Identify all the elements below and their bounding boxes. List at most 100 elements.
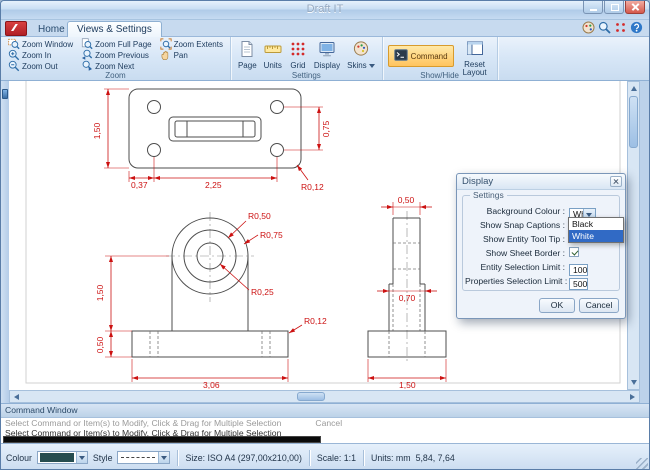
grid-toggle-icon[interactable]: [614, 21, 627, 34]
dimension-label: R0,25: [251, 287, 274, 297]
colour-swatch: [40, 453, 74, 462]
show-snap-captions-label: Show Snap Captions :: [465, 220, 565, 230]
cancel-button[interactable]: Cancel: [579, 298, 619, 313]
command-toggle-button[interactable]: Command: [388, 45, 454, 67]
background-colour-label: Background Colour :: [465, 206, 565, 216]
units-button[interactable]: Units: [262, 39, 284, 71]
dimension-label: 0,37: [131, 180, 148, 190]
ribbon-group-showhide: Command Reset Layout Show/Hide: [383, 37, 498, 80]
colour-combo[interactable]: [37, 451, 88, 464]
help-icon[interactable]: [630, 21, 643, 34]
collapsed-panel-icon[interactable]: [2, 89, 8, 99]
properties-selection-limit-field[interactable]: 500: [569, 278, 588, 290]
dialog-settings-group: Settings Background Colour : White Show …: [462, 195, 620, 291]
front-view-dimensions: 1,50 0,50 3,06 R0,50 R0,75 R0,25 R0,12: [95, 211, 327, 390]
window-title: Draft IT: [1, 3, 649, 15]
separator: [363, 450, 364, 466]
minimize-button[interactable]: [583, 1, 603, 14]
dimension-label: 0,50: [398, 195, 415, 205]
dialog-close-button[interactable]: [610, 176, 622, 187]
dimension-label: 0,75: [321, 120, 331, 137]
display-dialog: Display Settings Background Colour : Whi…: [456, 173, 626, 319]
vertical-scrollbar[interactable]: [627, 81, 640, 390]
page-icon: [238, 40, 256, 60]
properties-selection-limit-label: Properties Selection Limit :: [465, 276, 565, 286]
line-style-preview: [121, 457, 155, 458]
command-window-header[interactable]: Command Window: [1, 404, 649, 418]
display-button[interactable]: Display: [312, 39, 342, 71]
app-menu-button[interactable]: [5, 21, 27, 36]
maximize-button[interactable]: [604, 1, 624, 14]
display-monitor-icon: [318, 40, 336, 60]
show-sheet-border-label: Show Sheet Border :: [465, 248, 565, 258]
show-sheet-border-checkbox[interactable]: [569, 247, 579, 257]
pan-hand-icon: [160, 49, 172, 63]
app-logo-icon: [6, 22, 24, 33]
scroll-left-icon[interactable]: [14, 394, 19, 400]
group-label-zoom: Zoom: [1, 71, 230, 80]
skins-button[interactable]: Skins: [345, 39, 377, 71]
command-window-title: Command Window: [5, 405, 78, 415]
scale-text: Scale: 1:1: [317, 453, 356, 463]
dimension-label: R0,50: [248, 211, 271, 221]
dialog-title-bar[interactable]: Display: [457, 174, 625, 190]
ribbon-group-zoom: Zoom Window Zoom In Zoom Out Zoom Full P…: [1, 37, 231, 80]
colour-label: Colour: [6, 453, 32, 463]
group-label-settings: Settings: [231, 71, 382, 80]
page-button[interactable]: Page: [236, 39, 259, 71]
palette-icon[interactable]: [582, 21, 595, 34]
reset-layout-icon: [466, 40, 484, 60]
dimension-label: 1,50: [92, 122, 102, 139]
tab-views-settings[interactable]: Views & Settings: [67, 21, 162, 37]
separator: [177, 450, 178, 466]
title-bar[interactable]: Draft IT: [1, 1, 649, 20]
dimension-label: 1,50: [399, 380, 416, 390]
left-panel-strip[interactable]: [1, 81, 9, 403]
command-input[interactable]: [3, 436, 321, 443]
dimension-label: 3,06: [203, 380, 220, 390]
chevron-down-icon[interactable]: [76, 452, 87, 463]
dialog-group-label: Settings: [470, 190, 507, 200]
option-white[interactable]: White: [569, 230, 623, 242]
command-window-icon: [394, 49, 408, 63]
show-entity-tooltip-label: Show Entity Tool Tip :: [465, 234, 565, 244]
dimension-label: R0,12: [304, 316, 327, 326]
ribbon-tab-row: Home Views & Settings: [1, 19, 649, 36]
top-view: [129, 89, 301, 168]
vertical-scroll-thumb[interactable]: [629, 96, 638, 148]
horizontal-scrollbar[interactable]: [9, 390, 640, 403]
pan-button[interactable]: Pan: [158, 50, 225, 61]
command-history-action: Cancel: [315, 418, 342, 428]
resize-grip[interactable]: [636, 458, 648, 470]
scroll-up-icon[interactable]: [631, 86, 637, 91]
entity-selection-limit-label: Entity Selection Limit :: [465, 262, 565, 272]
scroll-down-icon[interactable]: [631, 380, 637, 385]
cursor-coordinates: 5,84, 7,64: [416, 453, 455, 463]
chevron-down-icon[interactable]: [158, 452, 169, 463]
background-colour-option-list: Black White: [568, 217, 624, 243]
dimension-label: 2,25: [205, 180, 222, 190]
option-black[interactable]: Black: [569, 218, 623, 230]
ribbon: Zoom Window Zoom In Zoom Out Zoom Full P…: [1, 36, 649, 81]
dimension-label: 0,50: [95, 336, 105, 353]
reset-layout-button[interactable]: Reset Layout: [458, 39, 492, 69]
dimension-label: R0,75: [260, 230, 283, 240]
status-bar: Colour Style Size: ISO A4 (297,00x210,00…: [1, 443, 649, 470]
app-window: Draft IT Home Views & Settings: [0, 0, 650, 470]
scroll-right-icon[interactable]: [630, 394, 635, 400]
group-label-showhide: Show/Hide: [383, 71, 497, 80]
horizontal-scroll-thumb[interactable]: [297, 392, 325, 401]
dimension-label: 1,50: [95, 284, 105, 301]
zoom-tool-icon[interactable]: [598, 21, 611, 34]
grid-button[interactable]: Grid: [287, 39, 309, 71]
style-label: Style: [93, 453, 113, 463]
style-combo[interactable]: [117, 451, 170, 464]
separator: [309, 450, 310, 466]
sheet-size-text: Size: ISO A4 (297,00x210,00): [185, 453, 301, 463]
grid-dots-icon: [289, 40, 307, 60]
close-button[interactable]: [625, 1, 645, 14]
dimension-label: 0,70: [399, 293, 416, 303]
ok-button[interactable]: OK: [539, 298, 575, 313]
command-window: Command Window Select Command or Item(s)…: [1, 403, 649, 444]
units-text: Units: mm: [371, 453, 411, 463]
